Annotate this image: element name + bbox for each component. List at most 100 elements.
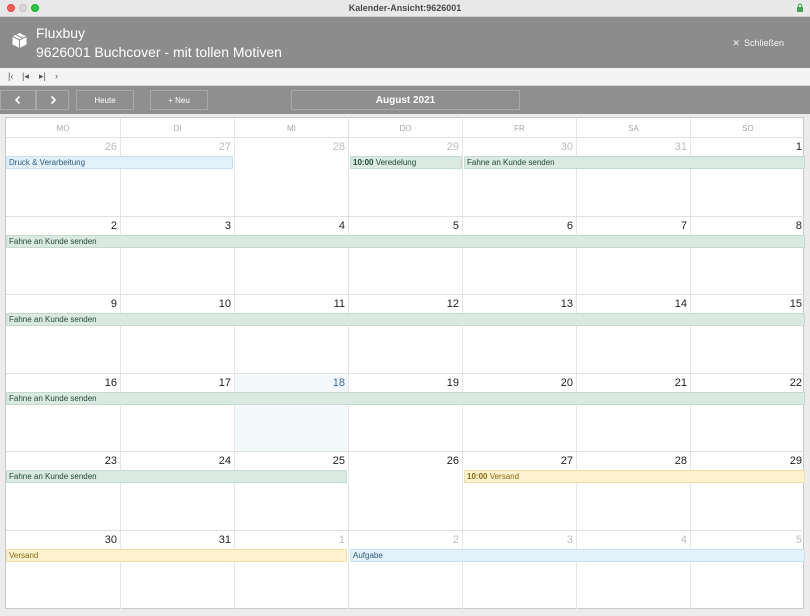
day-cell[interactable]: 29 — [691, 452, 805, 530]
day-cell[interactable]: 26 — [6, 138, 121, 216]
day-cell[interactable]: 15 — [691, 295, 805, 373]
app-name: Fluxbuy — [36, 25, 86, 41]
day-number: 21 — [674, 377, 687, 389]
event-druck-verarbeitung[interactable]: Druck & Verarbeitung — [6, 156, 233, 169]
week-row: 2 3 4 5 6 7 8 Fahne an Kunde senden — [6, 217, 805, 295]
day-cell[interactable]: 7 — [577, 217, 691, 294]
day-cell[interactable]: 11 — [235, 295, 349, 373]
event-title: Versand — [489, 472, 520, 481]
day-number: 26 — [104, 141, 117, 153]
event-fahne-an-kunde[interactable]: Fahne an Kunde senden — [6, 470, 347, 483]
event-fahne-an-kunde[interactable]: Fahne an Kunde senden — [6, 235, 805, 248]
day-cell[interactable]: 30 — [463, 138, 577, 216]
day-number: 22 — [789, 377, 802, 389]
today-button[interactable]: Heute — [76, 90, 134, 110]
day-cell[interactable]: 9 — [6, 295, 121, 373]
event-fahne-an-kunde[interactable]: Fahne an Kunde senden — [6, 392, 805, 405]
day-cell[interactable]: 19 — [349, 374, 463, 451]
title-bar: Kalender-Ansicht:9626001 — [0, 0, 810, 17]
week-row: 9 10 11 12 13 14 15 Fahne an Kunde sende… — [6, 295, 805, 374]
day-number: 4 — [338, 220, 345, 232]
new-event-button[interactable]: + Neu — [150, 90, 208, 110]
day-cell[interactable]: 27 — [121, 138, 235, 216]
day-cell[interactable]: 3 — [463, 531, 577, 609]
day-cell[interactable]: 20 — [463, 374, 577, 451]
day-cell[interactable]: 1 — [691, 138, 805, 216]
chevron-right-icon — [50, 95, 56, 105]
day-cell[interactable]: 28 — [235, 138, 349, 216]
event-fahne-an-kunde[interactable]: Fahne an Kunde senden — [6, 313, 805, 326]
month-title: August 2021 — [291, 90, 520, 110]
day-cell[interactable]: 14 — [577, 295, 691, 373]
day-cell[interactable]: 24 — [121, 452, 235, 530]
day-cell[interactable]: 21 — [577, 374, 691, 451]
day-number: 31 — [218, 534, 231, 546]
day-cell[interactable]: 30 — [6, 531, 121, 609]
day-cell[interactable]: 4 — [577, 531, 691, 609]
day-number: 19 — [446, 377, 459, 389]
weekday-label: SO — [742, 123, 754, 133]
day-number: 23 — [104, 455, 117, 467]
day-cell[interactable]: 25 — [235, 452, 349, 530]
day-number: 2 — [110, 220, 117, 232]
day-number: 5 — [452, 220, 459, 232]
event-veredelung[interactable]: 10:00 Veredelung — [350, 156, 462, 169]
day-number: 6 — [566, 220, 573, 232]
day-cell[interactable]: 8 — [691, 217, 805, 294]
day-number: 27 — [218, 141, 231, 153]
day-number: 12 — [446, 298, 459, 310]
month-calendar: MO DI MI DO FR SA SO 26 27 28 29 30 31 1… — [5, 117, 805, 609]
day-cell[interactable]: 2 — [349, 531, 463, 609]
day-cell[interactable]: 31 — [121, 531, 235, 609]
day-number: 2 — [452, 534, 459, 546]
day-cell[interactable]: 29 — [349, 138, 463, 216]
day-cell[interactable]: 23 — [6, 452, 121, 530]
next-month-button[interactable] — [36, 90, 69, 110]
week-row: 26 27 28 29 30 31 1 Druck & Verarbeitung… — [6, 138, 805, 217]
day-cell[interactable]: 1 — [235, 531, 349, 609]
day-number: 7 — [680, 220, 687, 232]
day-cell[interactable]: 5 — [691, 531, 805, 609]
day-cell[interactable]: 22 — [691, 374, 805, 451]
event-title: Veredelung — [375, 158, 417, 167]
day-cell[interactable]: 17 — [121, 374, 235, 451]
day-cell[interactable]: 27 — [463, 452, 577, 530]
day-cell[interactable]: 5 — [349, 217, 463, 294]
previous-record-button[interactable]: |◂ — [22, 71, 29, 82]
event-aufgabe[interactable]: Aufgabe — [350, 549, 805, 562]
day-cell[interactable]: 3 — [121, 217, 235, 294]
day-cell[interactable]: 26 — [349, 452, 463, 530]
last-record-button[interactable]: › — [55, 71, 58, 81]
day-cell[interactable]: 2 — [6, 217, 121, 294]
day-number: 17 — [218, 377, 231, 389]
event-versand[interactable]: Versand — [6, 549, 347, 562]
previous-month-button[interactable] — [0, 90, 36, 110]
close-icon: ✕ — [732, 38, 740, 48]
day-number: 14 — [674, 298, 687, 310]
weekday-label: SA — [577, 118, 691, 138]
next-record-button[interactable]: ▸| — [39, 71, 46, 82]
day-number: 30 — [104, 534, 117, 546]
day-cell[interactable]: 10 — [121, 295, 235, 373]
day-cell[interactable]: 28 — [577, 452, 691, 530]
day-cell-today[interactable]: 18 — [235, 374, 349, 451]
event-title: Fahne an Kunde senden — [9, 472, 97, 481]
day-cell[interactable]: 16 — [6, 374, 121, 451]
day-number: 15 — [789, 298, 802, 310]
window-title: Kalender-Ansicht:9626001 — [348, 3, 462, 13]
event-versand[interactable]: 10:00 Versand — [464, 470, 805, 483]
day-number: 29 — [789, 455, 802, 467]
day-cell[interactable]: 6 — [463, 217, 577, 294]
event-time: 10:00 — [353, 158, 374, 167]
event-title: Fahne an Kunde senden — [467, 158, 555, 167]
close-button[interactable]: ✕ Schließen — [732, 38, 784, 49]
event-fahne-an-kunde[interactable]: Fahne an Kunde senden — [464, 156, 805, 169]
first-record-button[interactable]: |‹ — [8, 71, 13, 81]
day-cell[interactable]: 12 — [349, 295, 463, 373]
day-number: 16 — [104, 377, 117, 389]
day-cell[interactable]: 4 — [235, 217, 349, 294]
day-cell[interactable]: 13 — [463, 295, 577, 373]
day-cell[interactable]: 31 — [577, 138, 691, 216]
day-number: 31 — [674, 141, 687, 153]
day-number: 11 — [333, 298, 345, 310]
